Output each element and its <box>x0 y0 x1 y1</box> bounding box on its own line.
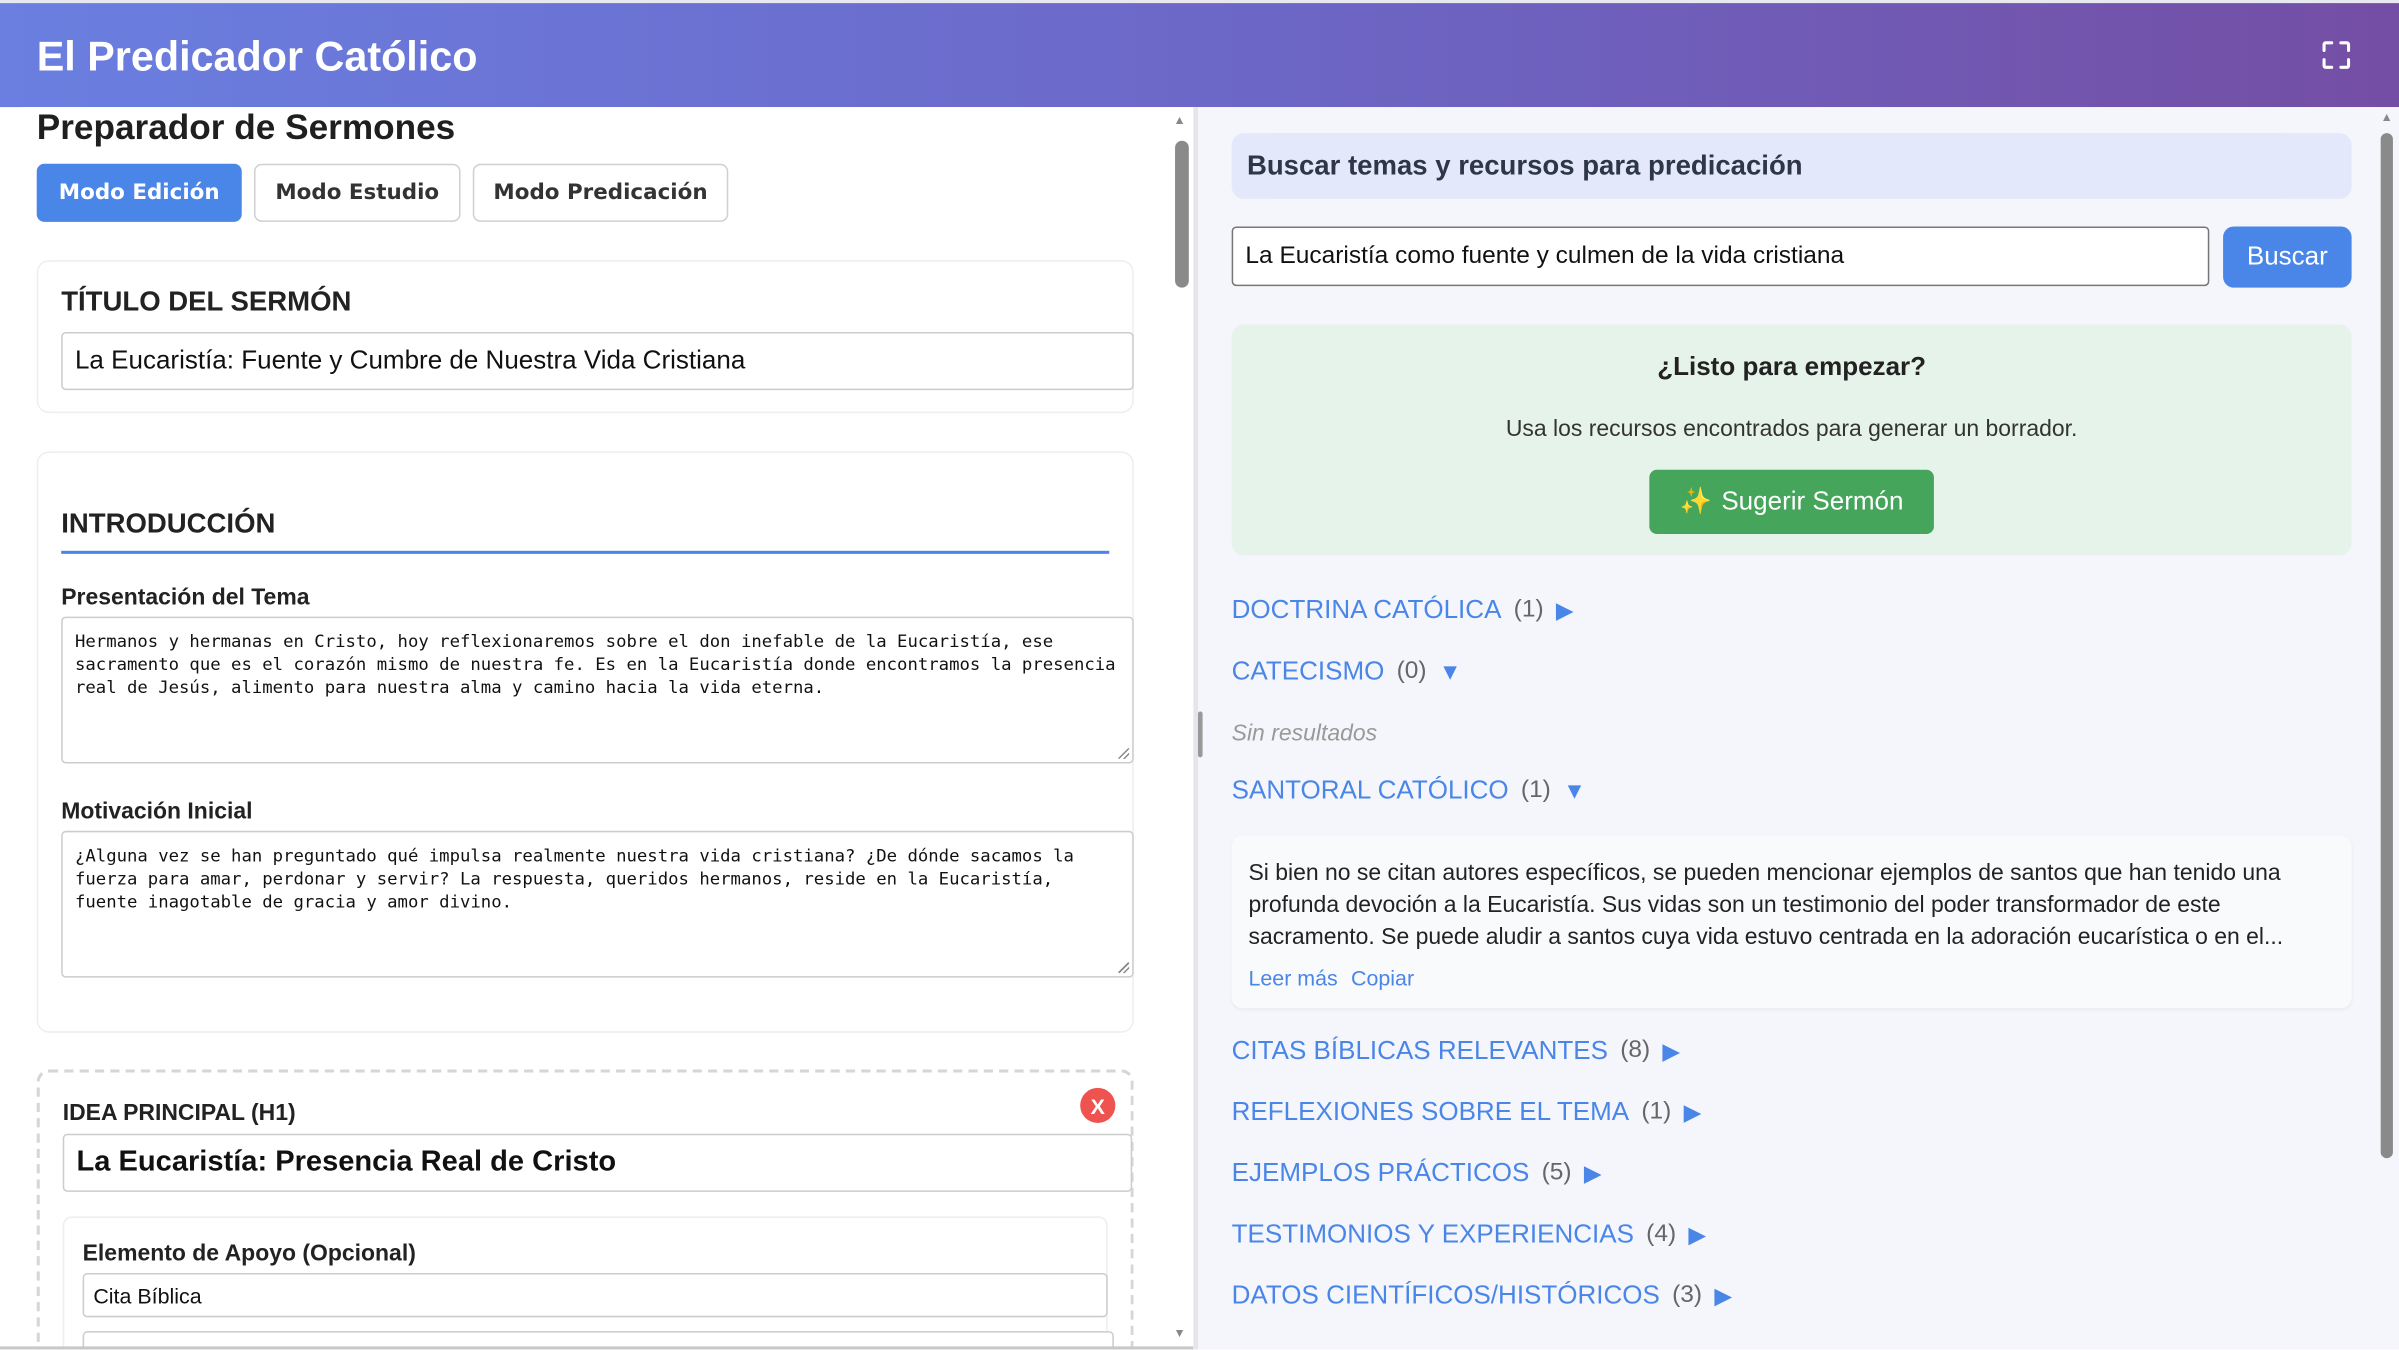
expand-arrow-icon: ▶ <box>1555 598 1574 625</box>
category-count: (1) <box>1641 1098 1672 1125</box>
no-results-text: Sin resultados <box>1231 720 1378 747</box>
category-ejemplos[interactable]: EJEMPLOS PRÁCTICOS (5) ▶ <box>1232 1158 1602 1189</box>
category-name: EJEMPLOS PRÁCTICOS <box>1231 1158 1530 1188</box>
expand-arrow-icon: ▶ <box>1714 1283 1732 1310</box>
category-doctrina[interactable]: DOCTRINA CATÓLICA (1) ▶ <box>1232 595 1574 626</box>
collapse-arrow-icon: ▼ <box>1563 778 1586 805</box>
fullscreen-icon[interactable] <box>2321 40 2352 71</box>
scroll-down-arrow-icon[interactable]: ▼ <box>1174 1327 1186 1341</box>
bottom-edge <box>0 1346 1194 1350</box>
expand-arrow-icon: ▶ <box>1688 1222 1707 1249</box>
category-name: CITAS BÍBLICAS RELEVANTES <box>1231 1035 1608 1065</box>
panel-resize-handle[interactable] <box>1197 711 1203 758</box>
presentation-label: Presentación del Tema <box>61 584 310 611</box>
expand-arrow-icon: ▶ <box>1683 1100 1702 1127</box>
category-count: (8) <box>1620 1037 1651 1064</box>
category-name: CATECISMO <box>1231 656 1385 686</box>
right-scrollbar-thumb[interactable] <box>2380 133 2393 1159</box>
read-more-link[interactable]: Leer más <box>1248 965 1337 989</box>
category-count: (1) <box>1520 777 1551 804</box>
presentation-textarea[interactable]: Hermanos y hermanas en Cristo, hoy refle… <box>61 616 1134 764</box>
scroll-up-arrow-icon[interactable]: ▲ <box>2381 110 2393 124</box>
scroll-up-arrow-icon[interactable]: ▲ <box>1174 113 1186 127</box>
mode-preach-button[interactable]: Modo Predicación <box>472 163 729 222</box>
category-datos[interactable]: DATOS CIENTÍFICOS/HISTÓRICOS (3) ▶ <box>1232 1281 1732 1312</box>
category-name: REFLEXIONES SOBRE EL TEMA <box>1231 1097 1630 1127</box>
category-count: (1) <box>1513 596 1544 623</box>
app-title: El Predicador Católico <box>36 33 478 80</box>
expand-arrow-icon: ▶ <box>1662 1038 1681 1065</box>
search-input[interactable]: La Eucaristía como fuente y culmen de la… <box>1231 226 2210 287</box>
suggest-sermon-button[interactable]: ✨ Sugerir Sermón <box>1649 469 1934 534</box>
suggest-sermon-label: Sugerir Sermón <box>1721 486 1904 516</box>
left-scrollbar-thumb[interactable] <box>1175 140 1189 288</box>
santoral-result-text: Si bien no se citan autores específicos,… <box>1248 859 2284 951</box>
sermon-title-input[interactable]: La Eucaristía: Fuente y Cumbre de Nuestr… <box>61 332 1134 391</box>
expand-arrow-icon: ▶ <box>1583 1161 1602 1188</box>
ready-text: Usa los recursos encontrados para genera… <box>1505 416 2078 443</box>
support-type-select[interactable]: Cita Bíblica <box>82 1272 1108 1318</box>
ready-title: ¿Listo para empezar? <box>1657 351 1927 381</box>
category-count: (4) <box>1646 1220 1677 1247</box>
search-button[interactable]: Buscar <box>2223 226 2352 288</box>
category-testimonios[interactable]: TESTIMONIOS Y EXPERIENCIAS (4) ▶ <box>1232 1219 1706 1250</box>
category-count: (3) <box>1672 1282 1703 1309</box>
category-santoral[interactable]: SANTORAL CATÓLICO (1) ▼ <box>1232 776 1586 807</box>
category-count: (0) <box>1396 657 1427 684</box>
category-name: DOCTRINA CATÓLICA <box>1231 595 1502 625</box>
category-catecismo[interactable]: CATECISMO (0) ▼ <box>1232 656 1462 687</box>
sparkles-icon: ✨ <box>1679 486 1713 516</box>
support-label: Elemento de Apoyo (Opcional) <box>82 1240 416 1267</box>
category-name: SANTORAL CATÓLICO <box>1231 775 1509 805</box>
heading-underline <box>61 550 1110 554</box>
title-heading: TÍTULO DEL SERMÓN <box>61 286 352 317</box>
category-reflexiones[interactable]: REFLEXIONES SOBRE EL TEMA (1) ▶ <box>1232 1097 1702 1128</box>
introduction-heading: INTRODUCCIÓN <box>61 507 276 539</box>
mode-edit-button[interactable]: Modo Edición <box>36 163 242 222</box>
category-citas[interactable]: CITAS BÍBLICAS RELEVANTES (8) ▶ <box>1232 1036 1680 1067</box>
main-idea-heading: IDEA PRINCIPAL (H1) <box>62 1100 296 1127</box>
category-name: DATOS CIENTÍFICOS/HISTÓRICOS <box>1231 1280 1660 1310</box>
app-header: El Predicador Católico <box>0 0 2399 108</box>
search-heading: Buscar temas y recursos para predicación <box>1231 133 2352 199</box>
category-name: TESTIMONIOS Y EXPERIENCIAS <box>1231 1219 1634 1249</box>
app-window: El Predicador Católico Preparador de Ser… <box>0 0 2399 1350</box>
collapse-arrow-icon: ▼ <box>1438 658 1462 685</box>
category-count: (5) <box>1541 1159 1572 1186</box>
main-idea-input[interactable]: La Eucaristía: Presencia Real de Cristo <box>62 1133 1133 1192</box>
remove-idea-button[interactable]: X <box>1080 1087 1116 1124</box>
motivation-label: Motivación Inicial <box>61 798 253 825</box>
motivation-textarea[interactable]: ¿Alguna vez se han preguntado qué impuls… <box>61 830 1134 978</box>
copy-link[interactable]: Copiar <box>1351 965 1414 989</box>
page-title: Preparador de Sermones <box>36 107 456 147</box>
mode-study-button[interactable]: Modo Estudio <box>253 163 461 222</box>
